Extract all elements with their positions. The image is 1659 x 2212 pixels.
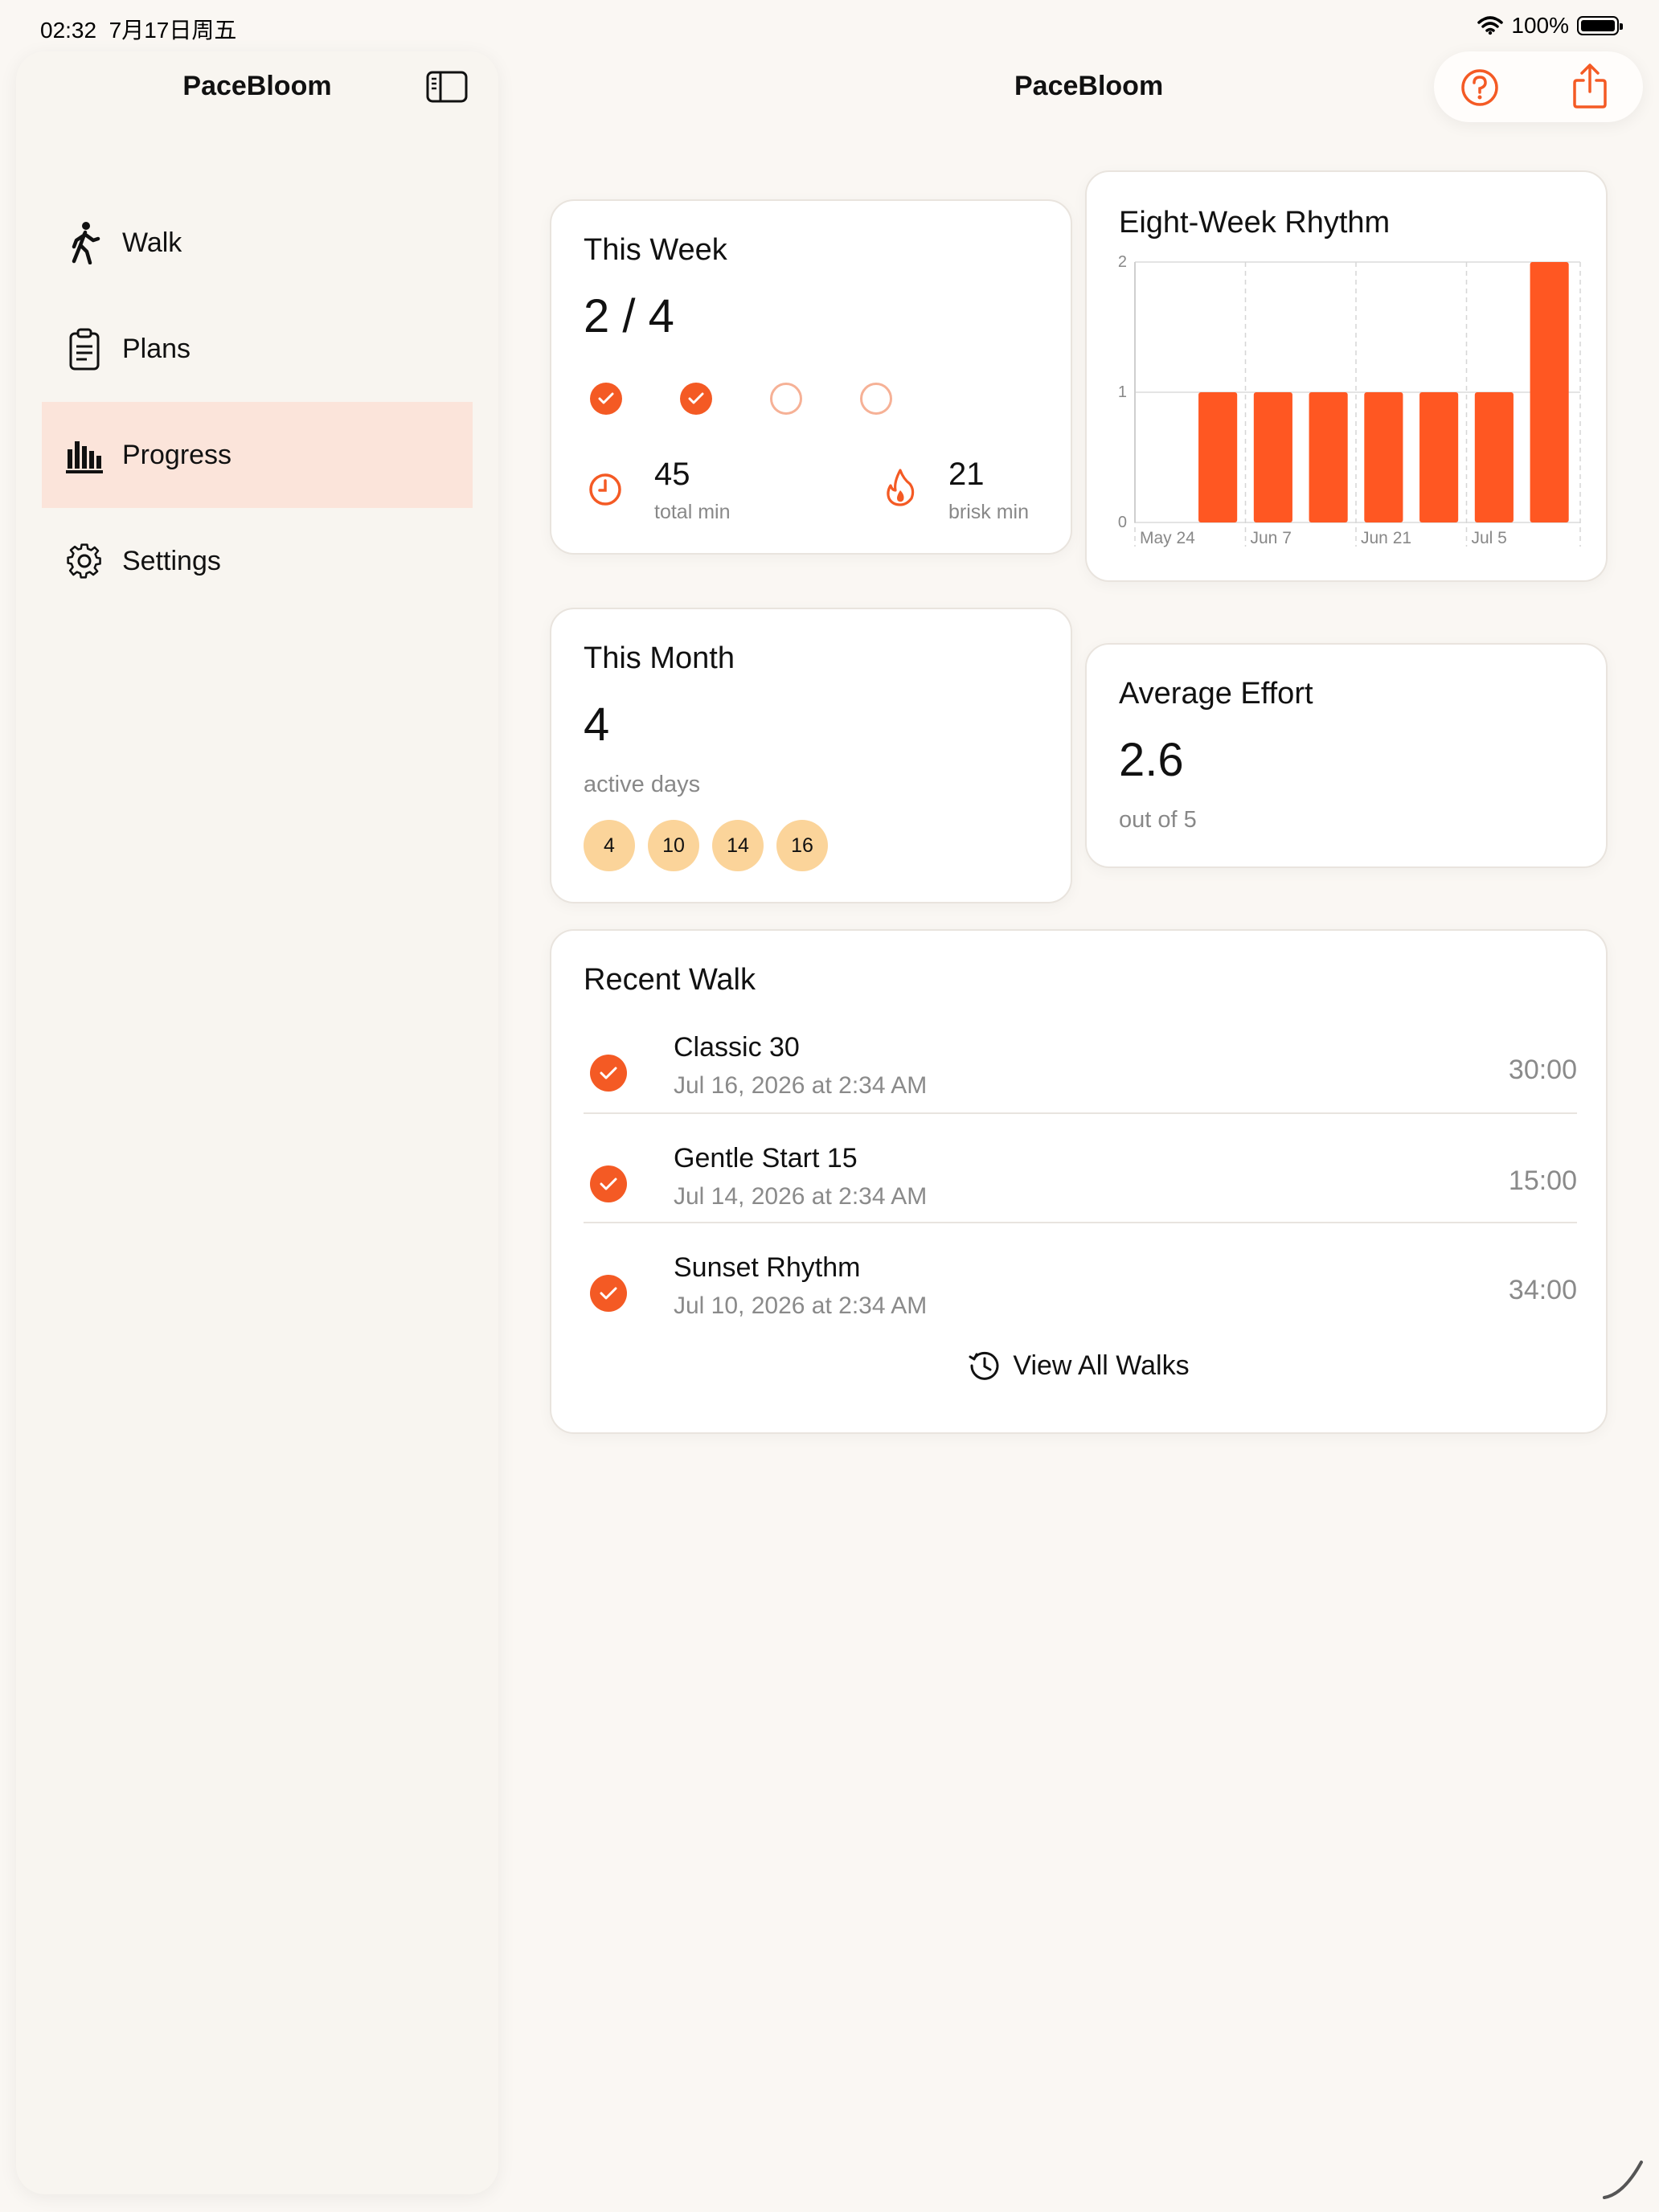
checkmark-icon (598, 392, 614, 404)
week-day-indicators (590, 383, 892, 415)
divider (584, 1112, 1577, 1114)
walk-name: Classic 30 (674, 1032, 800, 1063)
walk-row[interactable]: Classic 30 Jul 16, 2026 at 2:34 AM 30:00 (584, 1018, 1577, 1127)
day-chip: 10 (648, 820, 699, 871)
status-right: 100% (1477, 13, 1623, 39)
chart-bar (1474, 392, 1514, 522)
this-week-card: This Week 2 / 4 45 total min 21 brisk mi… (550, 199, 1072, 555)
sidebar-toggle-icon[interactable] (426, 71, 468, 103)
sidebar-item-progress[interactable]: Progress (42, 402, 473, 508)
card-title: Recent Walk (584, 963, 756, 997)
y-tick-label: 2 (1118, 253, 1127, 271)
brisk-minutes-value: 21 (948, 457, 985, 492)
sidebar: PaceBloom Walk Plans Progress Settings (16, 51, 498, 2194)
status-bar: 02:32 7月17日周五 100% (0, 0, 1659, 51)
walking-person-icon (72, 222, 100, 264)
chart-bar (1309, 392, 1348, 522)
sidebar-item-label: Walk (122, 227, 182, 258)
x-tick-label: Jun 7 (1251, 529, 1292, 547)
status-time: 02:32 7月17日周五 (40, 13, 236, 45)
history-icon (969, 1351, 999, 1380)
total-minutes-label: total min (654, 501, 731, 523)
completed-check-icon (590, 1055, 627, 1092)
walk-row[interactable]: Sunset Rhythm Jul 10, 2026 at 2:34 AM 34… (584, 1238, 1577, 1347)
eight-week-chart-card: Eight-Week Rhythm 0 1 2 May 24 Jun 7 Jun 21 Ju… (1085, 170, 1608, 582)
walk-name: Sunset Rhythm (674, 1252, 861, 1283)
completed-check-icon (590, 1275, 627, 1312)
walk-duration: 15:00 (1508, 1165, 1577, 1196)
sidebar-item-settings[interactable]: Settings (42, 508, 473, 614)
bar-chart-icon (66, 441, 103, 473)
sidebar-item-label: Settings (122, 545, 221, 576)
this-month-card: This Month 4 active days 4 10 14 16 (550, 608, 1072, 903)
brisk-minutes-label: brisk min (948, 501, 1030, 523)
battery-percent: 100% (1511, 13, 1569, 38)
rhythm-bar-chart: 0 1 2 May 24 Jun 7 Jun 21 Jul 5 (1118, 253, 1581, 547)
sidebar-item-walk[interactable]: Walk (42, 190, 473, 296)
chart-bar (1530, 262, 1569, 522)
date-text: 7月17日周五 (109, 18, 237, 43)
week-day-open-indicator (770, 383, 802, 415)
help-icon[interactable] (1460, 68, 1500, 108)
walk-duration: 34:00 (1508, 1275, 1577, 1305)
completed-check-icon (590, 1165, 627, 1202)
flame-icon (887, 469, 915, 506)
walk-duration: 30:00 (1508, 1055, 1577, 1085)
battery-icon (1577, 16, 1623, 35)
week-day-done-indicator (590, 383, 622, 415)
y-tick-label: 1 (1118, 383, 1127, 401)
walk-date: Jul 10, 2026 at 2:34 AM (674, 1292, 928, 1319)
walk-name: Gentle Start 15 (674, 1143, 858, 1174)
total-minutes-stat: 45 total min (654, 457, 730, 524)
chart-bar (1253, 392, 1292, 522)
share-icon[interactable] (1571, 63, 1609, 109)
card-title: This Week (584, 233, 727, 267)
walk-date: Jul 16, 2026 at 2:34 AM (674, 1072, 928, 1099)
gear-icon (67, 543, 101, 579)
clipboard-icon (69, 328, 100, 371)
card-title: Average Effort (1119, 677, 1313, 711)
effort-value: 2.6 (1119, 734, 1184, 786)
chart-bar (1364, 392, 1403, 522)
total-minutes-value: 45 (654, 457, 690, 492)
card-title: This Month (584, 641, 735, 675)
clock-text: 02:32 (40, 18, 97, 43)
walk-date: Jul 14, 2026 at 2:34 AM (674, 1183, 928, 1210)
sidebar-item-label: Plans (122, 333, 191, 364)
recent-walk-card: Recent Walk Classic 30 Jul 16, 2026 at 2… (550, 929, 1608, 1434)
chart-bar (1198, 392, 1238, 522)
week-day-open-indicator (860, 383, 892, 415)
x-tick-label: Jul 5 (1472, 529, 1507, 547)
toolbar (1434, 51, 1643, 122)
day-chip: 14 (712, 820, 764, 871)
active-days-chips: 4 10 14 16 (584, 820, 828, 871)
pencil-stroke-icon (1603, 2161, 1643, 2199)
active-days-value: 4 (584, 698, 610, 751)
week-day-done-indicator (680, 383, 712, 415)
chart-bar (1419, 392, 1459, 522)
brisk-minutes-stat: 21 brisk min (948, 457, 1029, 524)
page-title: PaceBloom (1014, 71, 1164, 101)
sidebar-item-plans[interactable]: Plans (42, 296, 473, 402)
sidebar-item-label: Progress (122, 439, 232, 470)
day-chip: 16 (776, 820, 828, 871)
view-all-walks-button[interactable]: View All Walks (551, 1349, 1606, 1382)
checkmark-icon (688, 392, 704, 404)
clock-icon (589, 473, 621, 506)
wifi-icon (1477, 16, 1504, 35)
average-effort-card: Average Effort 2.6 out of 5 (1085, 643, 1608, 868)
y-tick-label: 0 (1118, 514, 1127, 531)
effort-scale-label: out of 5 (1119, 807, 1197, 833)
view-all-label: View All Walks (1013, 1350, 1190, 1381)
day-chip: 4 (584, 820, 635, 871)
sidebar-nav: Walk Plans Progress Settings (42, 190, 473, 614)
active-days-label: active days (584, 772, 701, 797)
x-tick-label: May 24 (1140, 529, 1195, 547)
week-progress-value: 2 / 4 (584, 290, 674, 342)
divider (584, 1222, 1577, 1223)
x-tick-label: Jun 21 (1361, 529, 1411, 547)
